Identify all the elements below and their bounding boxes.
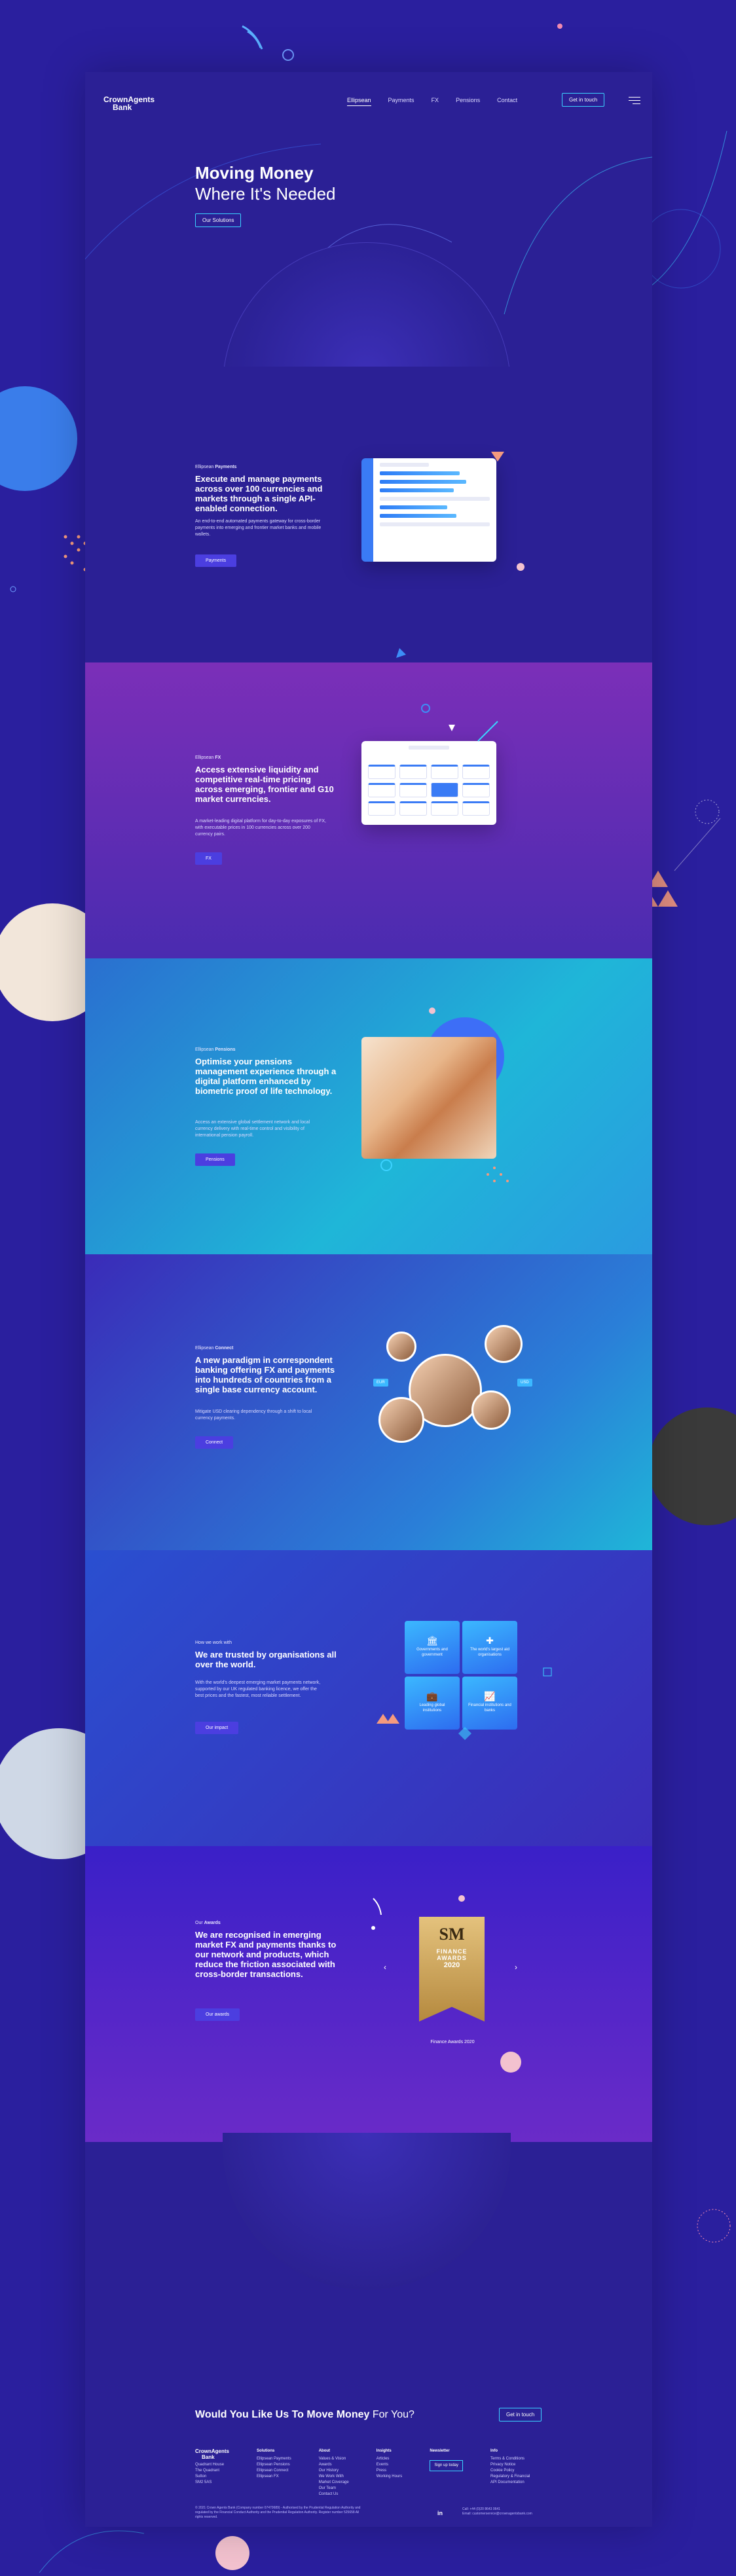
footer-link[interactable]: Regulatory & Financial (490, 2474, 530, 2480)
hero-title-line2: Where It's Needed (195, 184, 336, 204)
footer-columns: CrownAgents Bank Quadrant House The Quad… (195, 2448, 530, 2497)
footer-col-title: Newsletter (430, 2449, 450, 2453)
eyebrow-name: Connect (215, 1346, 234, 1351)
footer-link[interactable]: Values & Vision (319, 2456, 349, 2462)
nav-item-fx[interactable]: FX (432, 97, 439, 106)
footer-link[interactable]: Contact Us (319, 2492, 349, 2497)
footer-link[interactable]: Ellipsean Connect (257, 2468, 291, 2474)
our-solutions-button[interactable]: Our Solutions (195, 213, 242, 227)
footer-link[interactable]: Ellipsean Payments (257, 2456, 291, 2462)
top-navigation: CrownAgents Bank Ellipsean Payments FX P… (85, 72, 652, 118)
footer-question: Would You Like Us To Move Money For You? (195, 2409, 414, 2421)
footer-question-bold: Would You Like Us To Move Money (195, 2409, 370, 2420)
footer-col-newsletter: Newsletter Sign up today (430, 2448, 464, 2497)
footer-link[interactable]: Press (377, 2468, 403, 2474)
footer-link[interactable]: Articles (377, 2456, 403, 2462)
currency-badge-eur: EUR (373, 1379, 388, 1387)
pensions-decor (380, 1007, 509, 1182)
footer-legal: © 2021 Crown Agents Bank (Company number… (195, 2506, 361, 2519)
eyebrow-prefix: Ellipsean (195, 1346, 214, 1351)
footer-link[interactable]: Privacy Notice (490, 2462, 530, 2468)
footer-question-light: For You? (372, 2409, 414, 2420)
footer-link[interactable]: Ellipsean Pensions (257, 2462, 291, 2468)
people-photo-small (485, 1325, 523, 1363)
footer-col-title: Info (490, 2449, 498, 2453)
section-connect: Ellipsean Connect A new paradigm in corr… (85, 1254, 652, 1550)
footer-address-line: Sutton (195, 2475, 207, 2478)
footer-col-about: About Values & Vision Awards Our History… (319, 2448, 349, 2497)
footer-link[interactable]: Our History (319, 2468, 349, 2474)
nav-item-payments[interactable]: Payments (388, 97, 414, 106)
nav-item-ellipsean[interactable]: Ellipsean (347, 97, 371, 106)
footer-brand-line1: CrownAgents (195, 2448, 229, 2454)
footer-link[interactable]: Events (377, 2462, 403, 2468)
section-trust: How we work with We are trusted by organ… (85, 1550, 652, 1846)
nav-item-pensions[interactable]: Pensions (456, 97, 480, 106)
footer-email[interactable]: Email: customerservice@crownagentsbank.c… (462, 2512, 532, 2516)
footer-col-title: Solutions (257, 2449, 275, 2453)
footer-link[interactable]: Ellipsean FX (257, 2474, 291, 2480)
currency-badge-usd: USD (517, 1379, 532, 1387)
connect-eyebrow: Ellipsean Connect (195, 1346, 233, 1351)
hero-section: Moving Money Where It's Needed Our Solut… (85, 118, 652, 367)
brand-name-line2: Bank (113, 103, 132, 112)
trust-decor (377, 1667, 552, 1740)
footer-address-line: The Quadrant (195, 2469, 220, 2473)
awards-decor (371, 1895, 521, 2073)
get-in-touch-button[interactable]: Get in touch (562, 93, 605, 107)
footer-link[interactable]: Awards (319, 2462, 349, 2468)
payments-decor (396, 452, 524, 658)
connect-title: A new paradigm in correspondent banking … (195, 1355, 335, 1394)
footer-brand: CrownAgents Bank Quadrant House The Quad… (195, 2448, 229, 2497)
people-photo-small (471, 1390, 511, 1430)
footer-globe (223, 2133, 511, 2290)
connect-body: Mitigate USD clearing dependency through… (195, 1409, 312, 1421)
connect-button[interactable]: Connect (195, 1436, 234, 1449)
section-payments: Ellipsean Payments Execute and manage pa… (85, 367, 652, 662)
footer-contact: Call: +44 (0)20 8643 0641 Email: custome… (462, 2507, 532, 2516)
footer-link[interactable]: API Documentation (490, 2480, 530, 2486)
footer-phone: Call: +44 (0)20 8643 0641 (462, 2507, 500, 2511)
footer: Would You Like Us To Move Money For You?… (85, 2133, 652, 2527)
footer-link[interactable]: Market Coverage (319, 2480, 349, 2486)
footer-link[interactable]: Our Team (319, 2486, 349, 2492)
people-photo-small (386, 1332, 416, 1362)
hero-title-line1: Moving Money (195, 163, 314, 183)
main-nav: Ellipsean Payments FX Pensions Contact (347, 97, 517, 106)
connect-people-collage: EUR USD (373, 1325, 532, 1482)
footer-col-title: About (318, 2449, 331, 2453)
footer-address-line: Quadrant House (195, 2463, 225, 2467)
footer-col-info: Info Terms & Conditions Privacy Notice C… (490, 2448, 530, 2497)
section-pensions: Ellipsean Pensions Optimise your pension… (85, 958, 652, 1254)
section-fx: Ellipsean FX Access extensive liquidity … (85, 662, 652, 958)
footer-link[interactable]: Terms & Conditions (490, 2456, 530, 2462)
people-photo-small (378, 1397, 424, 1443)
footer-link[interactable]: Cookie Policy (490, 2468, 530, 2474)
section-awards: Our Awards We are recognised in emerging… (85, 1846, 652, 2142)
footer-link[interactable]: We Work With (319, 2474, 349, 2480)
footer-get-in-touch-button[interactable]: Get in touch (499, 2408, 542, 2422)
page-container: CrownAgents Bank Ellipsean Payments FX P… (85, 72, 652, 2527)
footer-col-insights: Insights Articles Events Press Working H… (377, 2448, 403, 2497)
hamburger-menu-icon[interactable] (629, 97, 640, 107)
nav-item-contact[interactable]: Contact (497, 97, 517, 106)
footer-col-solutions: Solutions Ellipsean Payments Ellipsean P… (257, 2448, 291, 2497)
footer-brand-line2: Bank (202, 2454, 215, 2460)
footer-address-line: SM2 5AS (195, 2480, 212, 2484)
newsletter-signup-button[interactable]: Sign up today (430, 2460, 464, 2471)
linkedin-icon[interactable]: in (437, 2510, 443, 2516)
footer-col-title: Insights (376, 2449, 392, 2453)
hero-title: Moving Money Where It's Needed (195, 162, 336, 204)
brand-logo[interactable]: CrownAgents Bank (103, 96, 155, 111)
footer-link[interactable]: Working Hours (377, 2474, 403, 2480)
fx-decor (421, 704, 498, 742)
